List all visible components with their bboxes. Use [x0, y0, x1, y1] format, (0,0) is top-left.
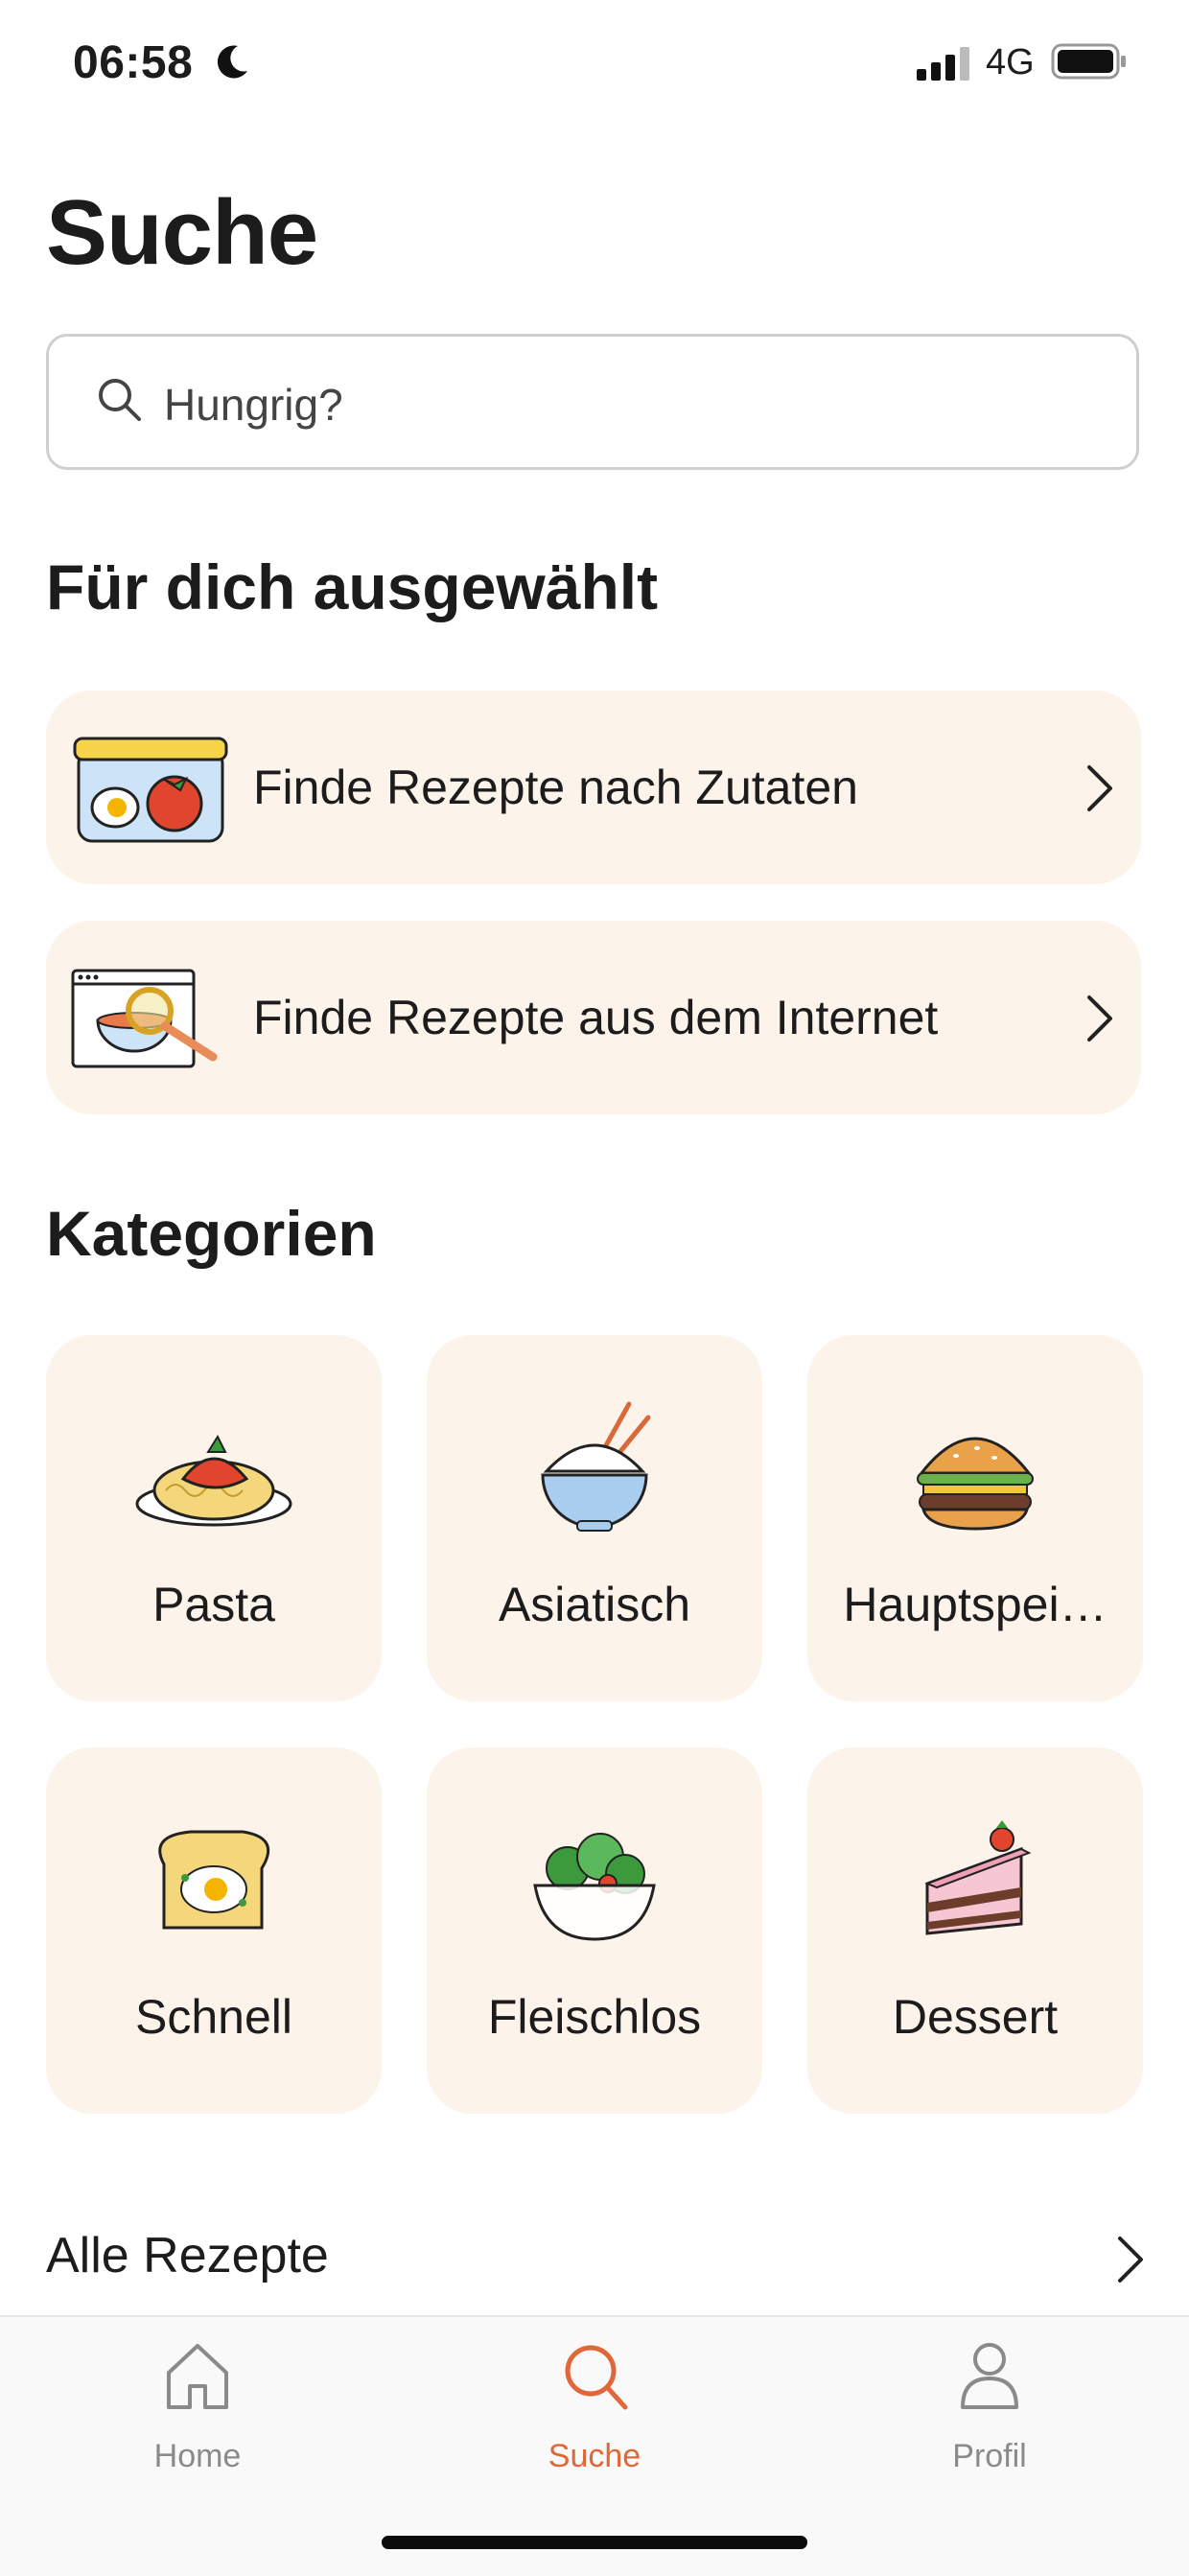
- search-icon: [565, 2345, 628, 2410]
- tab-profile[interactable]: Profil: [894, 2338, 1085, 2482]
- search-input[interactable]: [162, 365, 1106, 444]
- category-label: Fleischlos: [487, 1990, 702, 2044]
- home-indicator: [382, 2536, 807, 2549]
- category-asiatisch[interactable]: Asiatisch: [427, 1335, 762, 1701]
- category-schnell[interactable]: Schnell: [46, 1747, 382, 2114]
- moon-icon: [217, 45, 247, 79]
- category-label: Asiatisch: [498, 1578, 691, 1631]
- featured-section-title: Für dich ausgewählt: [46, 551, 659, 622]
- category-pasta[interactable]: Pasta: [46, 1335, 382, 1701]
- category-dessert[interactable]: Dessert: [807, 1747, 1143, 2114]
- find-by-ingredients-card[interactable]: Finde Rezepte nach Zutaten: [46, 691, 1141, 884]
- burger-icon: [917, 1437, 1034, 1531]
- status-bar: 06:58 4G: [0, 0, 1189, 130]
- all-recipes-label: Alle Rezepte: [46, 2228, 329, 2283]
- battery-icon: [1051, 43, 1126, 80]
- tab-label: Home: [153, 2438, 242, 2474]
- all-recipes-row[interactable]: Alle Rezepte: [46, 2221, 1149, 2298]
- search-bar[interactable]: [46, 334, 1139, 470]
- toast-egg-icon: [158, 1830, 270, 1930]
- home-icon: [167, 2344, 228, 2409]
- tab-label: Profil: [952, 2438, 1027, 2474]
- chevron-right-icon: [1118, 2236, 1143, 2283]
- tab-label: Suche: [548, 2438, 641, 2474]
- tab-home[interactable]: Home: [102, 2338, 293, 2482]
- categories-section-title: Kategorien: [46, 1198, 377, 1269]
- cellular-signal-icon: [917, 47, 969, 81]
- category-label: Pasta: [152, 1578, 275, 1631]
- category-hauptspeise[interactable]: Hauptspei…: [807, 1335, 1143, 1701]
- status-time: 06:58: [73, 37, 194, 88]
- salad-icon: [533, 1833, 656, 1941]
- chevron-right-icon: [1087, 765, 1112, 811]
- tab-search[interactable]: Suche: [499, 2338, 690, 2482]
- category-label: Dessert: [892, 1990, 1059, 2044]
- rice-bowl-icon: [541, 1401, 651, 1532]
- find-from-internet-label: Finde Rezepte aus dem Internet: [253, 991, 939, 1044]
- find-by-ingredients-label: Finde Rezepte nach Zutaten: [253, 761, 858, 814]
- category-fleischlos[interactable]: Fleischlos: [427, 1747, 762, 2114]
- search-icon: [99, 379, 141, 421]
- network-type: 4G: [986, 42, 1035, 82]
- cake-icon: [924, 1820, 1032, 1935]
- food-container-icon: [73, 737, 228, 843]
- page-title: Suche: [46, 181, 318, 284]
- category-label: Schnell: [135, 1990, 292, 2044]
- find-from-internet-card[interactable]: Finde Rezepte aus dem Internet: [46, 921, 1141, 1114]
- category-label: Hauptspei…: [843, 1578, 1107, 1631]
- chevron-right-icon: [1087, 995, 1112, 1042]
- pasta-icon: [135, 1434, 292, 1527]
- web-search-soup-icon: [71, 969, 218, 1068]
- profile-icon: [961, 2343, 1018, 2409]
